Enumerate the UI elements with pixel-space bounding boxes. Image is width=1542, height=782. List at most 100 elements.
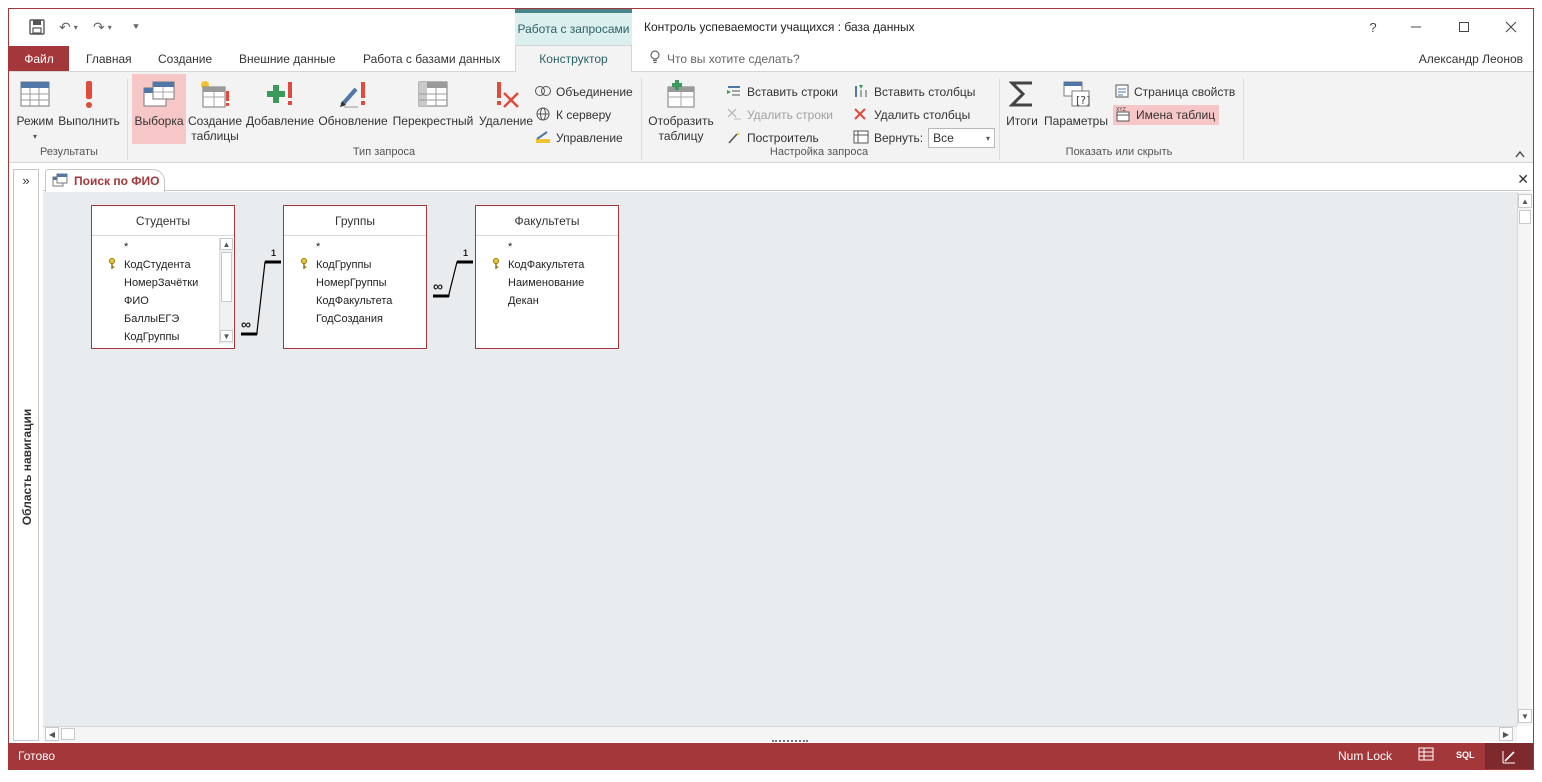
delete-rows-button[interactable]: Удалить строки xyxy=(726,105,833,125)
expand-nav-pane-icon[interactable]: » xyxy=(14,173,38,188)
query-design-canvas[interactable]: 1 ∞ 1 ∞ Студенты * КодСтудента НомерЗачё… xyxy=(43,192,1517,726)
group-label-query-type: Тип запроса xyxy=(352,146,416,158)
field-row[interactable]: НомерЗачётки xyxy=(92,274,234,292)
scroll-right-icon[interactable]: ▶ xyxy=(1499,727,1513,741)
union-query-button[interactable]: Объединение xyxy=(535,82,633,102)
field-row[interactable]: ГодСоздания xyxy=(284,310,426,328)
field-list-title[interactable]: Группы xyxy=(284,206,426,236)
field-all[interactable]: * xyxy=(92,238,234,256)
field-primary-key[interactable]: КодФакультета xyxy=(476,256,618,274)
user-name[interactable]: Александр Леонов xyxy=(1419,46,1523,71)
field-label: НомерГруппы xyxy=(316,277,387,289)
insert-columns-button[interactable]: Вставить столбцы xyxy=(853,82,975,102)
scroll-thumb[interactable] xyxy=(1519,210,1531,224)
navigation-pane[interactable]: » Область навигации xyxy=(13,169,39,741)
tab-file[interactable]: Файл xyxy=(9,46,69,71)
parameters-button[interactable]: [?] Параметры xyxy=(1043,74,1109,144)
field-row[interactable]: КодФакультета xyxy=(284,292,426,310)
redo-icon[interactable]: ↷ ▾ xyxy=(93,17,112,37)
field-primary-key[interactable]: КодГруппы xyxy=(284,256,426,274)
close-document-button[interactable]: ✕ xyxy=(1517,171,1529,188)
run-label: Выполнить xyxy=(58,114,120,128)
field-list-groups[interactable]: Группы * КодГруппы НомерГруппы КодФакуль… xyxy=(283,205,427,349)
field-all[interactable]: * xyxy=(284,238,426,256)
table-names-button[interactable]: XYZ Имена таблиц xyxy=(1113,105,1220,125)
tell-me-box[interactable]: Что вы хотите сделать? xyxy=(649,46,800,71)
insert-columns-icon xyxy=(853,84,869,101)
scroll-thumb[interactable] xyxy=(221,252,232,302)
field-list-faculties[interactable]: Факультеты * КодФакультета Наименование … xyxy=(475,205,619,349)
field-list-title[interactable]: Студенты xyxy=(92,206,234,236)
maximize-button[interactable] xyxy=(1449,15,1479,39)
tab-query-search-by-name[interactable]: Поиск по ФИО xyxy=(45,169,165,192)
scroll-left-icon[interactable]: ◀ xyxy=(45,727,59,741)
collapse-ribbon-icon[interactable] xyxy=(1515,150,1525,161)
update-query-button[interactable]: Обновление xyxy=(317,74,389,144)
field-all[interactable]: * xyxy=(476,238,618,256)
customize-quick-access-icon[interactable]: ⯆ xyxy=(132,17,140,37)
tab-external-data[interactable]: Внешние данные xyxy=(239,46,336,71)
append-query-button[interactable]: Добавление xyxy=(244,74,316,144)
pass-through-button[interactable]: К серверу xyxy=(535,105,611,125)
field-label: ГодСоздания xyxy=(316,313,383,325)
scroll-down-icon[interactable]: ▼ xyxy=(220,330,233,342)
tab-database-tools[interactable]: Работа с базами данных xyxy=(363,46,500,71)
scroll-up-icon[interactable]: ▲ xyxy=(1518,194,1532,208)
field-row[interactable]: Наименование xyxy=(476,274,618,292)
field-row[interactable]: НомерГруппы xyxy=(284,274,426,292)
help-button[interactable]: ? xyxy=(1358,15,1388,39)
minimize-button[interactable] xyxy=(1401,15,1431,39)
select-query-button[interactable]: Выборка xyxy=(132,74,186,144)
access-window: ↶ ▾ ↷ ▾ ⯆ Работа с запросами Контроль успе… xyxy=(8,8,1534,770)
field-list-students[interactable]: Студенты * КодСтудента НомерЗачётки ФИО … xyxy=(91,205,235,349)
return-values-select[interactable]: Все ▾ xyxy=(928,128,996,148)
splitter-grip[interactable] xyxy=(772,740,808,744)
field-list-scrollbar[interactable]: ▲ ▼ xyxy=(219,238,233,344)
insert-rows-button[interactable]: Вставить строки xyxy=(726,82,838,102)
field-primary-key[interactable]: КодСтудента xyxy=(92,256,234,274)
field-row[interactable]: КодГруппы xyxy=(92,328,234,346)
field-list-title[interactable]: Факультеты xyxy=(476,206,618,236)
show-table-button[interactable]: Отобразить таблицу xyxy=(645,74,717,144)
make-table-query-button[interactable]: Создание таблицы xyxy=(188,74,242,144)
run-button[interactable]: Выполнить xyxy=(57,74,121,144)
property-sheet-button[interactable]: Страница свойств xyxy=(1115,82,1235,102)
primary-key-icon xyxy=(108,258,116,273)
undo-icon[interactable]: ↶ ▾ xyxy=(59,17,78,37)
tell-me-placeholder: Что вы хотите сделать? xyxy=(667,51,800,66)
close-window-button[interactable] xyxy=(1496,15,1526,39)
tab-create[interactable]: Создание xyxy=(158,46,212,71)
view-mode-button[interactable]: Режим ▾ xyxy=(13,74,57,144)
scroll-thumb[interactable] xyxy=(61,728,75,740)
num-lock-indicator: Num Lock xyxy=(1338,749,1393,763)
datasheet-view-status-icon[interactable] xyxy=(1418,747,1434,761)
tab-design[interactable]: Конструктор xyxy=(515,45,632,72)
builder-button[interactable]: Построитель xyxy=(726,128,819,148)
scroll-down-icon[interactable]: ▼ xyxy=(1518,709,1532,723)
design-view-status-icon[interactable] xyxy=(1485,743,1533,769)
data-definition-button[interactable]: Управление xyxy=(535,128,623,148)
field-row[interactable]: Декан xyxy=(476,292,618,310)
tab-home[interactable]: Главная xyxy=(86,46,132,71)
update-pencil-icon xyxy=(338,74,368,114)
status-bar: Готово Num Lock SQL xyxy=(9,740,1533,769)
canvas-vertical-scrollbar[interactable]: ▲ ▼ xyxy=(1517,192,1532,726)
field-row[interactable]: БаллыЕГЭ xyxy=(92,310,234,328)
primary-key-icon xyxy=(492,258,500,273)
group-separator xyxy=(999,78,1000,160)
show-table-icon xyxy=(665,74,697,114)
scroll-up-icon[interactable]: ▲ xyxy=(220,238,233,250)
totals-button[interactable]: Итоги xyxy=(1003,74,1041,144)
svg-text:[?]: [?] xyxy=(1076,94,1090,107)
field-row[interactable]: ФИО xyxy=(92,292,234,310)
save-icon[interactable] xyxy=(29,17,45,37)
delete-columns-button[interactable]: Удалить столбцы xyxy=(853,105,970,125)
sigma-icon xyxy=(1009,74,1035,114)
status-text: Готово xyxy=(18,749,56,763)
field-label: НомерЗачётки xyxy=(124,277,199,289)
group-separator xyxy=(1243,78,1244,160)
delete-query-button[interactable]: Удаление xyxy=(476,74,536,144)
crosstab-query-button[interactable]: Перекрестный xyxy=(391,74,475,144)
make-table-label-2: таблицы xyxy=(191,129,239,143)
sql-view-button[interactable]: SQL xyxy=(1456,750,1475,760)
